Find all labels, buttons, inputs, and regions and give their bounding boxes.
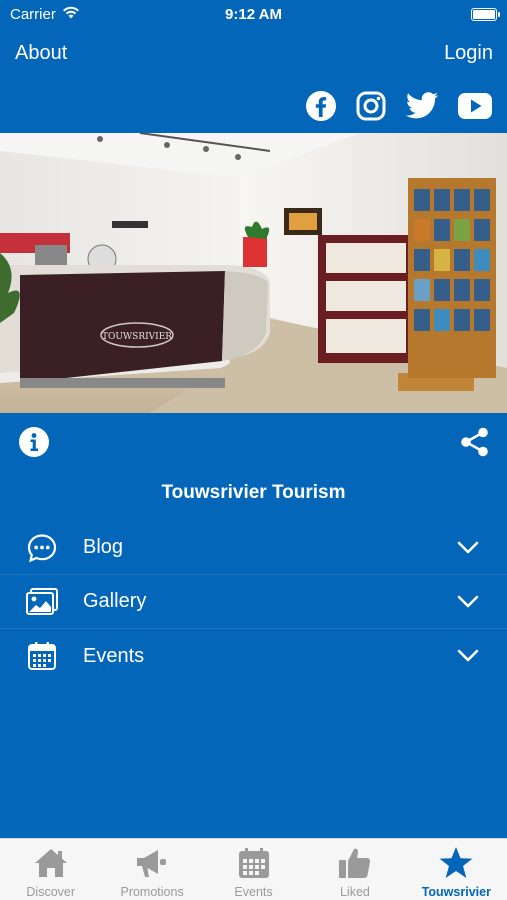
tab-discover[interactable]: Discover — [0, 839, 101, 900]
about-link[interactable]: About — [15, 42, 67, 65]
home-icon — [33, 845, 69, 881]
tab-promotions[interactable]: Promotions — [101, 839, 202, 900]
calendar-icon — [24, 638, 60, 674]
info-icon[interactable] — [18, 426, 50, 458]
wifi-icon — [62, 6, 80, 23]
status-bar: Carrier 9:12 AM — [0, 0, 507, 28]
menu-item-gallery[interactable]: Gallery — [0, 575, 507, 629]
social-links — [305, 90, 493, 122]
tab-touwsrivier[interactable]: Touwsrivier — [406, 839, 507, 900]
login-link[interactable]: Login — [444, 42, 493, 65]
page-title: Touwsrivier Tourism — [161, 482, 346, 503]
bottom-tab-bar: Discover Promotions Events Liked Touwsri… — [0, 838, 507, 900]
tab-liked[interactable]: Liked — [304, 839, 405, 900]
menu-label-events: Events — [83, 644, 145, 667]
info-share-row — [0, 424, 507, 460]
tab-label-discover: Discover — [26, 885, 76, 899]
content-menu: Blog Gallery Events — [0, 521, 507, 683]
twitter-icon[interactable] — [405, 91, 439, 121]
thumbs-up-icon — [337, 845, 373, 881]
battery-icon — [471, 7, 500, 21]
menu-label-gallery: Gallery — [83, 590, 147, 612]
counter-sign-text: TOUWSRIVIER — [102, 332, 172, 342]
facebook-icon[interactable] — [305, 90, 337, 122]
youtube-icon[interactable] — [457, 92, 493, 120]
share-icon[interactable] — [459, 426, 491, 458]
tab-label-liked: Liked — [339, 885, 370, 899]
star-icon — [438, 845, 474, 881]
chevron-down-icon — [457, 649, 479, 663]
menu-label-blog: Blog — [83, 536, 124, 558]
hero-image: TOUWSRIVIER — [0, 133, 507, 413]
carrier-label: Carrier — [10, 5, 56, 23]
chat-bubble-icon — [24, 530, 60, 566]
status-left: Carrier — [10, 6, 80, 23]
tab-label-events: Events — [234, 885, 273, 899]
top-nav: About Login — [0, 36, 507, 70]
tab-label-touwsrivier: Touwsrivier — [421, 885, 491, 899]
tab-label-promotions: Promotions — [120, 885, 184, 899]
menu-item-events[interactable]: Events — [0, 629, 507, 683]
calendar-icon — [237, 845, 271, 881]
chevron-down-icon — [457, 595, 479, 609]
instagram-icon[interactable] — [355, 90, 387, 122]
chevron-down-icon — [457, 541, 479, 555]
megaphone-icon — [134, 845, 170, 881]
gallery-icon — [24, 584, 60, 620]
menu-item-blog[interactable]: Blog — [0, 521, 507, 575]
tab-events[interactable]: Events — [203, 839, 304, 900]
